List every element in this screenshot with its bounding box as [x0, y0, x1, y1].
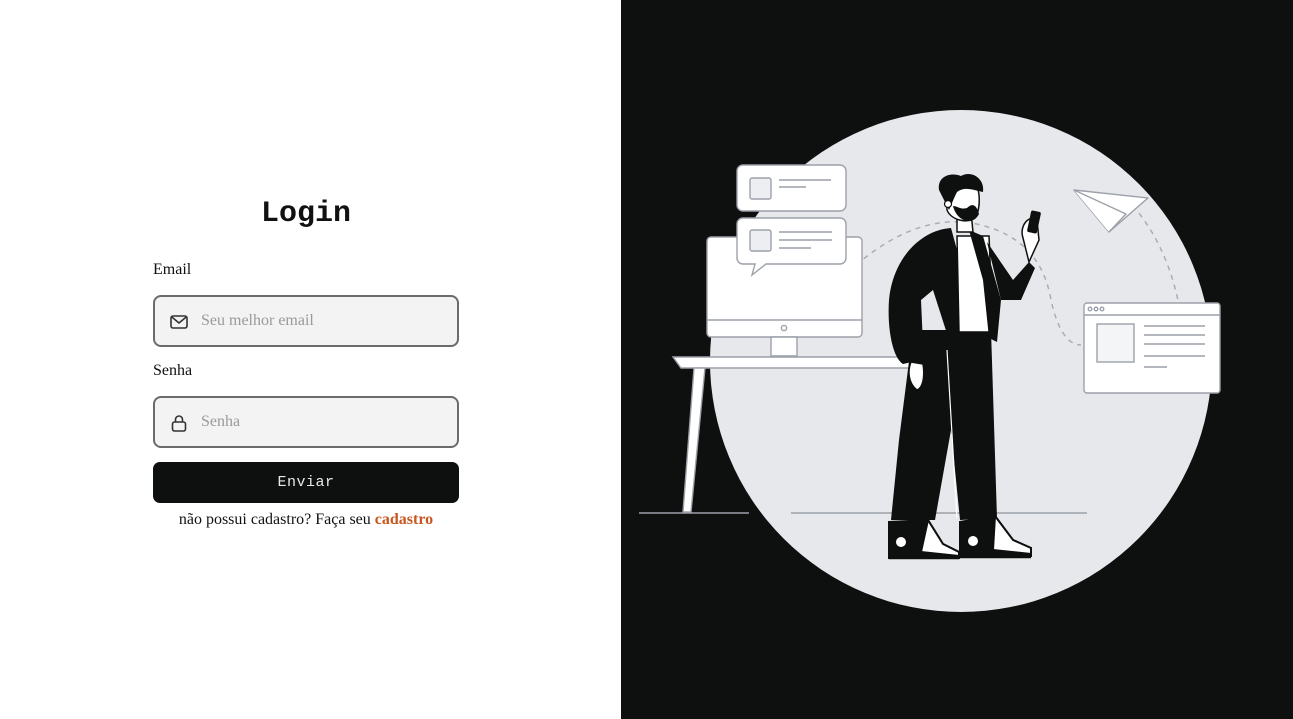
password-input[interactable] — [201, 398, 451, 446]
chat-bubble-top — [736, 164, 847, 212]
page-title: Login — [260, 197, 351, 231]
email-label: Email — [153, 261, 192, 278]
lock-icon — [171, 415, 187, 432]
mail-icon — [170, 315, 188, 329]
email-input[interactable] — [201, 297, 451, 345]
password-label: Senha — [153, 362, 193, 379]
email-field[interactable] — [153, 295, 459, 347]
submit-button[interactable]: Enviar — [153, 462, 459, 503]
signup-prompt: não possui cadastro? Faça seu cadastro — [153, 510, 459, 530]
signup-prompt-text: não possui cadastro? Faça seu — [178, 511, 371, 528]
password-field[interactable] — [153, 396, 459, 448]
signup-link[interactable]: cadastro — [375, 511, 433, 528]
hero-illustration — [639, 110, 1221, 612]
login-form: Login Email Senha Enviar não possui cada… — [153, 196, 459, 528]
browser-window — [1083, 302, 1221, 394]
login-panel: Login Email Senha Enviar não possui cada… — [0, 0, 621, 719]
illustration-panel — [621, 0, 1293, 719]
